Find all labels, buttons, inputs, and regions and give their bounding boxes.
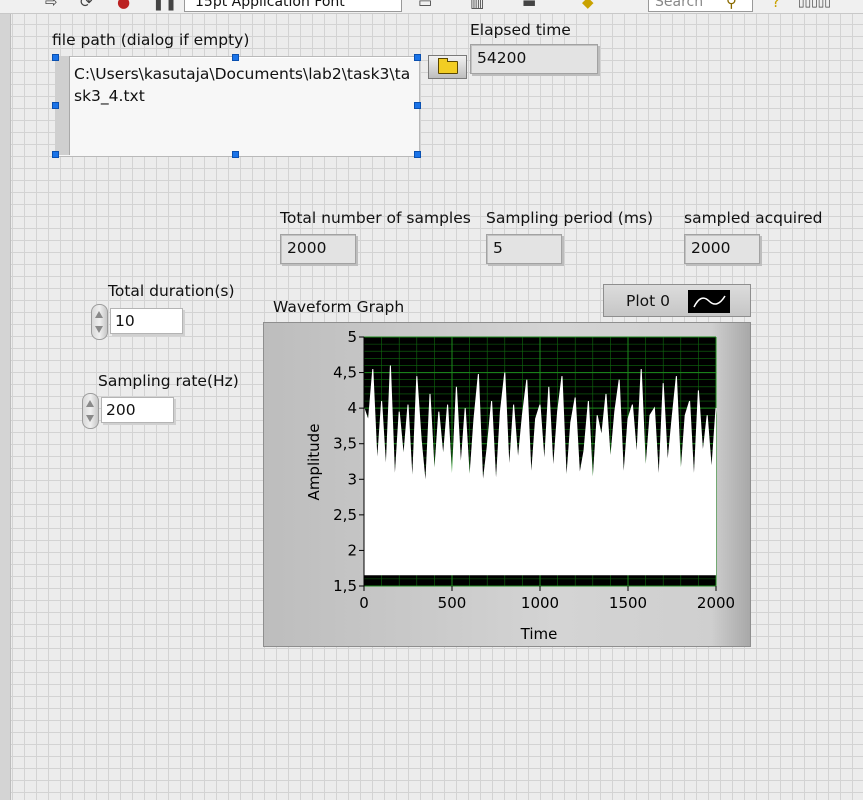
search-input[interactable]: Search [648,0,753,12]
total-duration-input[interactable]: 10 [110,308,183,334]
sampling-rate-increment-decrement[interactable] [82,393,99,429]
x-tick-label: 1500 [609,594,647,612]
help-icon[interactable]: ? [772,0,780,10]
y-tick-label: 4 [347,399,357,417]
file-path-label: file path (dialog if empty) [52,31,250,49]
resize-handle-bottom-right[interactable] [414,151,421,158]
y-tick-label: 4,5 [333,364,357,382]
resize-handle-bottom[interactable] [232,151,239,158]
resize-handle-top[interactable] [232,54,239,61]
pause-icon[interactable]: ❚❚ [152,0,177,10]
y-tick-label: 3 [347,470,357,488]
resize-handle-left[interactable] [52,102,59,109]
resize-handle-top-left[interactable] [52,54,59,61]
resize-handle-bottom-left[interactable] [52,151,59,158]
x-tick-label: 500 [438,594,467,612]
sampling-period-label: Sampling period (ms) [486,209,654,227]
waveform-graph-plot[interactable]: 0 500 1000 1500 2000 1,5 2 2,5 3 3,5 4 4,5 5 Time Am… [263,322,751,647]
run-arrow-icon[interactable]: ⇨ [45,0,58,10]
elapsed-time-indicator: 54200 [470,44,598,74]
plot-legend-swatch[interactable] [688,290,730,313]
run-continuous-icon[interactable]: ⟳ [80,0,93,10]
y-tick-label: 3,5 [333,435,357,453]
browse-button[interactable] [428,55,467,79]
x-axis-label: Time [520,625,558,643]
abort-icon[interactable]: ● [117,0,130,10]
resize-handle-top-right[interactable] [414,54,421,61]
distribute-icon[interactable]: ▥ [470,0,484,10]
search-icon[interactable]: ⚲ [726,0,737,10]
font-select[interactable]: 15pt Application Font [184,0,402,12]
toolbar: ⇨ ⟳ ● ❚❚ 15pt Application Font ▭ ▥ ▬ ◆ S… [0,0,863,14]
y-axis-label: Amplitude [305,424,323,501]
waveform-line-icon [693,295,726,308]
resize-handle-right[interactable] [414,102,421,109]
x-tick-label: 2000 [697,594,735,612]
y-tick-label: 2,5 [333,506,357,524]
plot-legend-label: Plot 0 [626,292,671,310]
samples-acquired-indicator: 2000 [684,234,760,264]
sampling-rate-label: Sampling rate(Hz) [98,372,239,390]
y-tick-label: 2 [347,541,357,559]
align-icon[interactable]: ▭ [418,0,432,10]
file-path-value[interactable]: C:\Users\kasutaja\Documents\lab2\task3\t… [74,63,414,107]
elapsed-time-label: Elapsed time [470,21,571,39]
x-tick-label: 0 [359,594,369,612]
y-tick-label: 1,5 [333,577,357,595]
sampling-rate-input[interactable]: 200 [101,397,174,423]
graph-title: Waveform Graph [273,298,405,316]
samples-acquired-label: sampled acquired [684,209,823,227]
total-samples-label: Total number of samples [280,209,471,227]
sampling-period-indicator: 5 [486,234,562,264]
total-samples-indicator: 2000 [280,234,356,264]
front-panel-left-bar [0,14,11,800]
total-duration-increment-decrement[interactable] [91,304,108,340]
x-tick-label: 1000 [521,594,559,612]
reorder-icon[interactable]: ◆ [582,0,594,10]
resize-icon[interactable]: ▬ [522,0,536,10]
total-duration-label: Total duration(s) [108,282,235,300]
grid-icon[interactable]: ▯▯▯▯▯ [798,0,831,10]
folder-icon [437,57,458,74]
y-tick-label: 5 [347,328,357,346]
